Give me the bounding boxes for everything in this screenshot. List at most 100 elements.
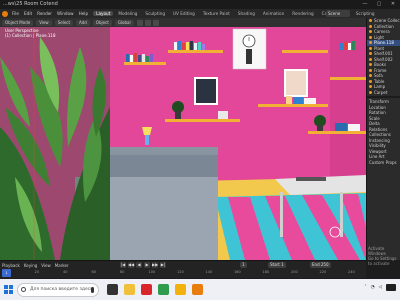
mode-dropdown[interactable]: Object Mode (2, 19, 34, 26)
shelf-lower-right (308, 131, 366, 134)
properties-list: Transform Location Rotation Scale Delta Relat… (367, 99, 400, 165)
select-menu[interactable]: Select (54, 19, 74, 26)
outliner-item[interactable]: Carpet (367, 90, 400, 96)
taskbar-app-icon[interactable] (124, 284, 135, 295)
minimize-button[interactable]: — (358, 0, 372, 9)
object-menu[interactable]: Object (92, 19, 112, 26)
play-button[interactable]: ▶ (144, 262, 150, 268)
current-frame-field[interactable]: 1 (240, 262, 247, 268)
notification-icon[interactable] (386, 284, 396, 291)
object-icon (369, 30, 372, 34)
ruler-tick-label: 40 (63, 270, 68, 274)
taskbar-app-icon[interactable] (158, 284, 169, 295)
pivot-icon[interactable] (136, 19, 143, 26)
property-section[interactable]: Custom Props (367, 160, 400, 166)
taskbar-app-icon[interactable] (192, 284, 203, 295)
shelf-middle-right (258, 104, 328, 107)
maximize-button[interactable]: ▢ (372, 0, 386, 9)
search-placeholder: Для поиска введите здесь (30, 286, 93, 292)
add-menu[interactable]: Add (76, 19, 90, 26)
microphone-icon[interactable] (91, 286, 94, 293)
3d-viewport[interactable]: User Perspective (1) Collection | Plane.… (0, 27, 366, 260)
shelf-mid-right (330, 77, 366, 80)
tab-sculpting[interactable]: Sculpting (142, 11, 168, 16)
tab-modeling[interactable]: Modeling (115, 11, 140, 16)
tab-shading[interactable]: Shading (235, 11, 258, 16)
ruler-tick-label: 240 (348, 270, 355, 274)
timeline-view-menu[interactable]: View (41, 263, 51, 268)
orientation-dropdown[interactable]: Global (114, 19, 134, 26)
windows-start-icon[interactable] (4, 285, 13, 294)
frame-ruler[interactable]: 020406080100120140160180200220240 (0, 270, 366, 277)
object-icon (369, 35, 372, 39)
close-button[interactable]: ✕ (386, 0, 400, 9)
start-frame-field[interactable]: Start 1 (268, 262, 286, 268)
outliner-item-label: Carpet (374, 89, 388, 95)
play-reverse-button[interactable]: ◀ (136, 262, 142, 268)
ruler-tick-label: 180 (262, 270, 270, 274)
lamp-base (145, 135, 149, 145)
jump-start-button[interactable]: |◀ (120, 262, 126, 268)
poster-figure (246, 49, 252, 64)
snap-icon[interactable] (144, 19, 151, 26)
tab-rendering[interactable]: Rendering (289, 11, 316, 16)
tab-layout[interactable]: Layout (93, 11, 114, 16)
taskbar-app-icon[interactable] (175, 284, 186, 295)
wall-corner-shade (330, 27, 366, 187)
volume-icon[interactable]: ◁ (379, 285, 382, 290)
view-menu[interactable]: View (36, 19, 52, 26)
shelf-top-right (282, 50, 328, 53)
timeline: Playback Keying View Marker |◀ ◀◀ ◀ ▶ ▶▶… (0, 260, 366, 278)
tab-animation[interactable]: Animation (260, 11, 287, 16)
ruler-tick-label: 20 (34, 270, 39, 274)
object-icon (369, 74, 372, 78)
object-icon (369, 41, 372, 45)
object-icon (369, 63, 372, 67)
window-controls: — ▢ ✕ (358, 0, 400, 9)
jump-end-button[interactable]: ▶| (160, 262, 166, 268)
end-value: 250 (320, 262, 329, 267)
jump-key-forward-button[interactable]: ▶▶ (152, 262, 158, 268)
keying-menu[interactable]: Keying (24, 263, 37, 268)
watermark-line2: Go to Settings to activate (368, 256, 397, 266)
tab-scripting[interactable]: Scripting (353, 11, 378, 16)
menu-help[interactable]: Help (79, 11, 89, 16)
tab-texture-paint[interactable]: Texture Paint (200, 11, 233, 16)
start-value: 1 (281, 262, 284, 267)
windows-taskbar: Для поиска введите здесь ˄ ◔ ◁ (0, 279, 400, 300)
menu-window[interactable]: Window (57, 11, 74, 16)
blender-window: ...ws\25 Room Cotend — ▢ ✕ File Edit Ren… (0, 0, 400, 300)
taskbar-app-icon[interactable] (141, 284, 152, 295)
outliner-list: Scene CollectionCollectionCameraLightPla… (367, 18, 400, 95)
playhead[interactable]: 1 (2, 269, 11, 277)
playback-menu[interactable]: Playback (2, 263, 20, 268)
scene-selector[interactable]: Scene (326, 10, 350, 17)
object-icon (369, 24, 372, 28)
tab-uv-editing[interactable]: UV Editing (170, 11, 198, 16)
object-icon (369, 46, 372, 50)
viewport-info: User Perspective (1) Collection | Plane.… (5, 28, 56, 38)
chevron-up-icon[interactable]: ˄ (364, 285, 366, 290)
ruler-tick-label: 160 (234, 270, 241, 274)
jump-key-back-button[interactable]: ◀◀ (128, 262, 134, 268)
menu-render[interactable]: Render (37, 11, 52, 16)
taskbar-app-icon[interactable] (107, 284, 118, 295)
blender-logo-icon[interactable] (2, 10, 8, 17)
object-icon (369, 68, 372, 72)
end-frame-field[interactable]: End 250 (310, 262, 331, 268)
potted-plant-foreground (0, 27, 110, 260)
shelf-top-center (168, 50, 223, 53)
proportional-edit-icon[interactable] (152, 19, 159, 26)
taskbar-search-box[interactable]: Для поиска введите здесь (17, 282, 99, 297)
transport-controls: |◀ ◀◀ ◀ ▶ ▶▶ ▶| (120, 262, 168, 268)
menu-file[interactable]: File (12, 11, 19, 16)
menu-edit[interactable]: Edit (24, 11, 32, 16)
ruler-tick-label: 100 (148, 270, 156, 274)
network-icon[interactable]: ◔ (371, 285, 375, 290)
panel-divider (367, 96, 400, 98)
object-icon (369, 85, 372, 89)
marker-menu[interactable]: Marker (55, 263, 69, 268)
search-icon (21, 286, 26, 292)
object-icon (369, 90, 372, 94)
scene-render (0, 27, 366, 260)
